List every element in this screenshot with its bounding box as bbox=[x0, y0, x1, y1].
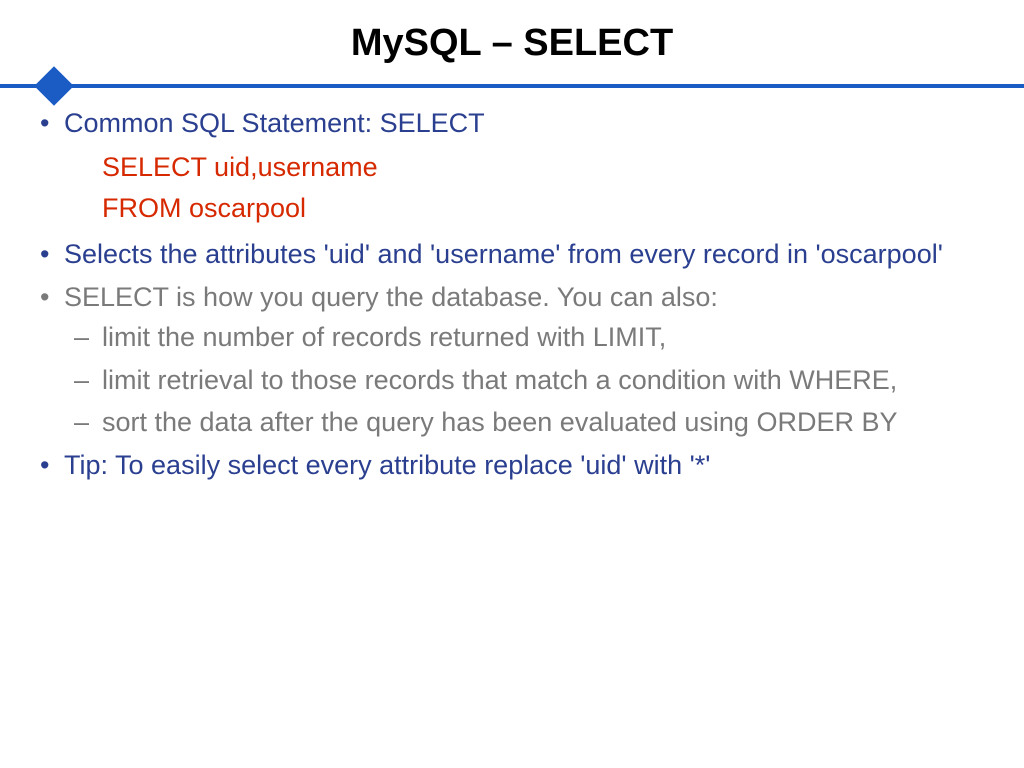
bullet-text: SELECT is how you query the database. Yo… bbox=[64, 282, 718, 312]
code-block: SELECT uid,username FROM oscarpool bbox=[30, 147, 984, 228]
bullet-list: Common SQL Statement: SELECT bbox=[30, 105, 984, 141]
sub-item: sort the data after the query has been e… bbox=[102, 404, 984, 440]
bullet-item: Common SQL Statement: SELECT bbox=[64, 105, 984, 141]
bullet-list: Selects the attributes 'uid' and 'userna… bbox=[30, 236, 984, 483]
sub-item: limit the number of records returned wit… bbox=[102, 319, 984, 355]
slide-title: MySQL – SELECT bbox=[0, 0, 1024, 79]
slide-content: Common SQL Statement: SELECT SELECT uid,… bbox=[0, 105, 1024, 483]
sub-item: limit retrieval to those records that ma… bbox=[102, 362, 984, 398]
horizontal-rule bbox=[0, 84, 1024, 88]
code-line: SELECT uid,username bbox=[102, 147, 984, 188]
bullet-item: SELECT is how you query the database. Yo… bbox=[64, 279, 984, 441]
title-rule bbox=[0, 79, 1024, 93]
bullet-item: Selects the attributes 'uid' and 'userna… bbox=[64, 236, 984, 272]
bullet-item: Tip: To easily select every attribute re… bbox=[64, 447, 984, 483]
sub-list: limit the number of records returned wit… bbox=[64, 319, 984, 440]
code-line: FROM oscarpool bbox=[102, 188, 984, 229]
